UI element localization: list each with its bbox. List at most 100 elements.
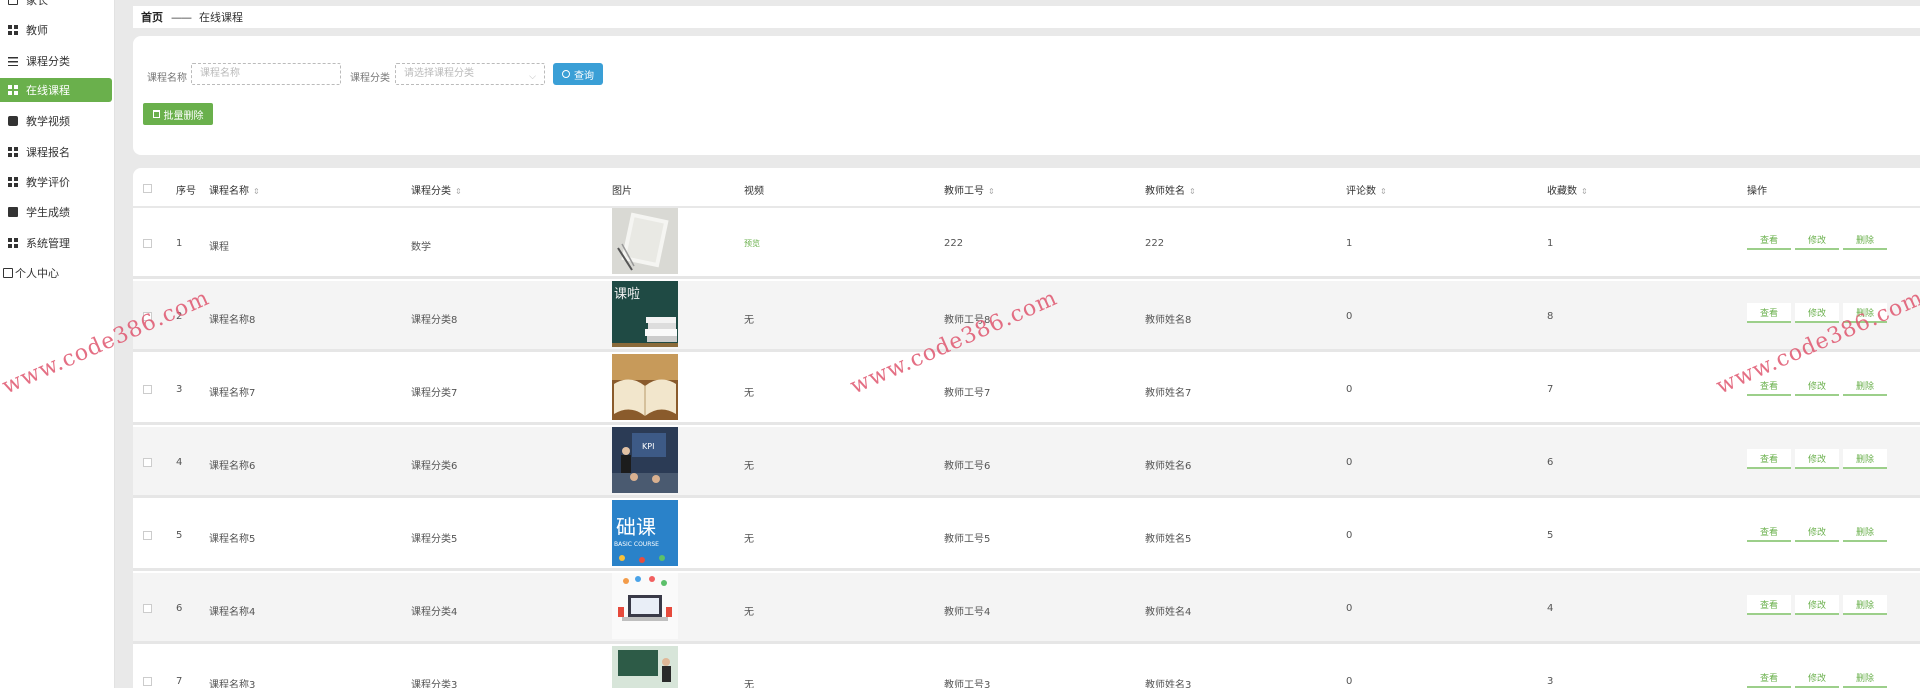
sidebar-item-label: 系统管理 — [26, 237, 70, 250]
sidebar-item-teaching-video[interactable]: 教学视频 — [0, 109, 112, 133]
thumbnail-subcaption: BASIC COURSE — [614, 541, 659, 548]
header-teacher-no[interactable]: 教师工号 ⇕ — [944, 182, 995, 197]
cell-video: 无 — [744, 607, 754, 618]
edit-button[interactable]: 修改 — [1795, 303, 1839, 323]
header-video: 视频 — [744, 186, 764, 197]
cell-course-name: 课程名称4 — [209, 607, 256, 618]
view-button[interactable]: 查看 — [1747, 449, 1791, 469]
cell-category: 数学 — [411, 242, 431, 253]
row-checkbox[interactable] — [143, 312, 152, 321]
course-name-input[interactable]: 课程名称 — [191, 63, 341, 85]
cell-category: 课程分类7 — [411, 388, 458, 399]
edit-button[interactable]: 修改 — [1795, 595, 1839, 615]
cell-category: 课程分类3 — [411, 680, 458, 688]
header-comments[interactable]: 评论数 ⇕ — [1346, 182, 1387, 197]
sidebar-item-label: 个人中心 — [15, 267, 59, 280]
cell-teacher-name: 教师姓名3 — [1145, 680, 1192, 688]
row-checkbox[interactable] — [143, 458, 152, 467]
grid-icon — [8, 147, 18, 157]
header-index: 序号 — [176, 186, 196, 197]
thumbnail-caption: 础课 — [616, 515, 656, 539]
breadcrumb-separator: —— — [171, 10, 192, 24]
sidebar-item-course-category[interactable]: 课程分类 — [0, 49, 112, 73]
edit-button[interactable]: 修改 — [1795, 668, 1839, 688]
cell-index: 2 — [176, 311, 183, 322]
header-favorites[interactable]: 收藏数 ⇕ — [1547, 182, 1588, 197]
cell-teacher-no: 教师工号4 — [944, 607, 991, 618]
sidebar-item-personal-center[interactable]: 个人中心 — [0, 261, 112, 285]
header-favorites-label: 收藏数 — [1547, 186, 1577, 197]
header-comments-label: 评论数 — [1346, 186, 1376, 197]
sort-icon: ⇕ — [1380, 187, 1387, 196]
cell-favorites: 7 — [1547, 384, 1554, 395]
delete-button[interactable]: 删除 — [1843, 595, 1887, 615]
view-button[interactable]: 查看 — [1747, 303, 1791, 323]
view-button[interactable]: 查看 — [1747, 595, 1791, 615]
sidebar-item-label: 教学视频 — [26, 115, 70, 128]
sidebar-item-online-course[interactable]: 在线课程 — [0, 78, 112, 102]
course-category-select[interactable]: 请选择课程分类 ⌵ — [395, 63, 545, 85]
header-actions: 操作 — [1747, 186, 1767, 197]
sort-icon: ⇕ — [1189, 187, 1196, 196]
view-button[interactable]: 查看 — [1747, 522, 1791, 542]
sort-icon: ⇕ — [988, 187, 995, 196]
sidebar-item-label: 教师 — [26, 24, 48, 37]
cell-index: 4 — [176, 457, 183, 468]
header-image: 图片 — [612, 186, 632, 197]
cell-favorites: 8 — [1547, 311, 1554, 322]
row-checkbox[interactable] — [143, 604, 152, 613]
cell-comments: 0 — [1346, 457, 1353, 468]
query-button[interactable]: 查询 — [553, 63, 603, 85]
sidebar-item-label: 学生成绩 — [26, 206, 70, 219]
view-button[interactable]: 查看 — [1747, 376, 1791, 396]
sidebar-item-system-admin[interactable]: 系统管理 — [0, 231, 112, 255]
select-all-checkbox[interactable] — [143, 184, 152, 193]
delete-button[interactable]: 删除 — [1843, 230, 1887, 250]
row-checkbox[interactable] — [143, 385, 152, 394]
header-category[interactable]: 课程分类 ⇕ — [411, 182, 462, 197]
cell-comments: 0 — [1346, 311, 1353, 322]
edit-button[interactable]: 修改 — [1795, 376, 1839, 396]
video-preview-link[interactable]: 预览 — [744, 238, 760, 249]
delete-button[interactable]: 删除 — [1843, 303, 1887, 323]
cell-teacher-name: 教师姓名5 — [1145, 534, 1192, 545]
search-icon — [562, 70, 570, 78]
view-button[interactable]: 查看 — [1747, 230, 1791, 250]
row-checkbox[interactable] — [143, 239, 152, 248]
cell-index: 6 — [176, 603, 183, 614]
sidebar-item-parent[interactable]: 家长 — [0, 0, 112, 12]
cell-video: 无 — [744, 461, 754, 472]
header-teacher-name[interactable]: 教师姓名 ⇕ — [1145, 182, 1196, 197]
cell-video: 无 — [744, 388, 754, 399]
cell-favorites: 6 — [1547, 457, 1554, 468]
header-name[interactable]: 课程名称 ⇕ — [209, 182, 260, 197]
sidebar-item-student-score[interactable]: 学生成绩 — [0, 200, 112, 224]
sidebar-item-teaching-review[interactable]: 教学评价 — [0, 170, 112, 194]
batch-delete-label: 批量删除 — [163, 110, 204, 122]
delete-button[interactable]: 删除 — [1843, 376, 1887, 396]
row-checkbox[interactable] — [143, 531, 152, 540]
edit-button[interactable]: 修改 — [1795, 230, 1839, 250]
table-row: 2 课程名称8 课程分类8 教师工号8 教师姓名8 0 8 课啦无 查看 修改 删除 — [133, 281, 1920, 352]
row-checkbox[interactable] — [143, 677, 152, 686]
breadcrumb-home[interactable]: 首页 — [141, 9, 163, 25]
batch-delete-button[interactable]: 批量删除 — [143, 103, 213, 125]
cell-category: 课程分类4 — [411, 607, 458, 618]
table-header: 序号 课程名称 ⇕ 课程分类 ⇕ 图片 视频 教师工号 ⇕ 教师姓名 ⇕ 评论数 ⇕ 收藏… — [133, 168, 1920, 208]
course-category-label: 课程分类 — [350, 73, 390, 84]
edit-button[interactable]: 修改 — [1795, 449, 1839, 469]
course-thumbnail — [612, 573, 678, 639]
sidebar-item-teacher[interactable]: 教师 — [0, 18, 112, 42]
sidebar-item-label: 课程报名 — [26, 146, 70, 159]
view-button[interactable]: 查看 — [1747, 668, 1791, 688]
cell-index: 5 — [176, 530, 183, 541]
cell-video: 无 — [744, 315, 754, 326]
table-row: 3 课程名称7 课程分类7 教师工号7 教师姓名7 0 7 无 查看 修改 删除 — [133, 354, 1920, 425]
delete-button[interactable]: 删除 — [1843, 522, 1887, 542]
header-teacher-name-label: 教师姓名 — [1145, 186, 1185, 197]
delete-button[interactable]: 删除 — [1843, 449, 1887, 469]
edit-button[interactable]: 修改 — [1795, 522, 1839, 542]
sidebar-item-course-signup[interactable]: 课程报名 — [0, 140, 112, 164]
delete-button[interactable]: 删除 — [1843, 668, 1887, 688]
header-teacher-no-label: 教师工号 — [944, 186, 984, 197]
